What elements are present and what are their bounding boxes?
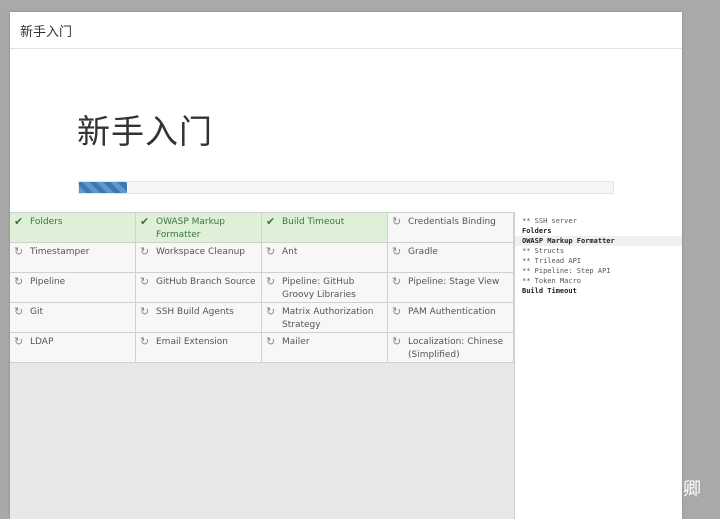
- dialog-title: 新手入门: [20, 24, 73, 40]
- plugin-name: Pipeline: [30, 277, 66, 287]
- log-line: ** SSH server: [522, 217, 577, 225]
- refresh-icon: ↻: [266, 305, 276, 318]
- install-progress-bar: [78, 181, 614, 194]
- plugin-name: GitHub Branch Source: [156, 277, 256, 287]
- checkmark-icon: ✔: [140, 215, 150, 228]
- checkmark-icon: ✔: [266, 215, 276, 228]
- refresh-icon: ↻: [14, 245, 24, 258]
- refresh-icon: ↻: [392, 275, 402, 288]
- refresh-icon: ↻: [140, 305, 150, 318]
- refresh-icon: ↻: [140, 275, 150, 288]
- plugin-name: PAM Authentication: [408, 307, 496, 317]
- watermark: 知乎 @卿卿: [600, 479, 702, 500]
- plugin-name: LDAP: [30, 337, 54, 347]
- refresh-icon: ↻: [14, 275, 24, 288]
- plugin-item: ↻ Matrix Authorization Strategy: [262, 303, 388, 333]
- refresh-icon: ↻: [392, 335, 402, 348]
- plugin-item: ↻ Gradle: [388, 243, 514, 273]
- refresh-icon: ↻: [140, 245, 150, 258]
- plugin-item: ↻ Credentials Binding: [388, 213, 514, 243]
- plugin-item: ✔ Build Timeout: [262, 213, 388, 243]
- install-log[interactable]: ** SSH server Folders OWASP Markup Formatt…: [514, 212, 682, 519]
- log-line: Folders: [522, 227, 552, 235]
- hero-section: 新手入门: [10, 49, 682, 213]
- plugin-name: Git: [30, 307, 44, 317]
- plugin-item: ↻ Ant: [262, 243, 388, 273]
- dialog-header: 新手入门: [10, 12, 682, 49]
- plugin-name: Credentials Binding: [408, 217, 496, 227]
- plugin-list: ✔ Folders ✔ OWASP Markup Formatter ✔ Build Ti…: [10, 212, 514, 363]
- log-line: OWASP Markup Formatter: [515, 236, 682, 246]
- plugin-item: ↻ Mailer: [262, 333, 388, 363]
- setup-dialog: 新手入门 新手入门 ✔ Folders ✔ OWASP Markup Formatte…: [10, 12, 682, 519]
- log-line: Build Timeout: [522, 287, 577, 295]
- refresh-icon: ↻: [266, 245, 276, 258]
- plugin-grid: ✔ Folders ✔ OWASP Markup Formatter ✔ Build Ti…: [10, 212, 514, 363]
- log-line: ** Token Macro: [522, 277, 582, 285]
- plugin-item: ↻ LDAP: [10, 333, 136, 363]
- plugin-item: ↻ Pipeline: Stage View: [388, 273, 514, 303]
- plugin-item: ↻ Timestamper: [10, 243, 136, 273]
- plugin-name: OWASP Markup Formatter: [156, 217, 225, 240]
- refresh-icon: ↻: [14, 335, 24, 348]
- page-title: 新手入门: [77, 112, 213, 151]
- refresh-icon: ↻: [14, 305, 24, 318]
- checkmark-icon: ✔: [14, 215, 24, 228]
- plugin-item: ✔ Folders: [10, 213, 136, 243]
- plugin-name: Gradle: [408, 247, 438, 257]
- refresh-icon: ↻: [392, 245, 402, 258]
- plugin-item: ↻ Pipeline: [10, 273, 136, 303]
- plugin-item: ↻ SSH Build Agents: [136, 303, 262, 333]
- plugin-item: ↻ PAM Authentication: [388, 303, 514, 333]
- plugin-name: Pipeline: Stage View: [408, 277, 500, 287]
- plugin-item: ↻ Pipeline: GitHub Groovy Libraries: [262, 273, 388, 303]
- plugin-item: ↻ Localization: Chinese (Simplified): [388, 333, 514, 363]
- plugin-name: Folders: [30, 217, 63, 227]
- refresh-icon: ↻: [140, 335, 150, 348]
- plugin-name: Ant: [282, 247, 298, 257]
- plugin-name: Timestamper: [30, 247, 90, 257]
- plugin-item: ↻ Git: [10, 303, 136, 333]
- refresh-icon: ↻: [392, 305, 402, 318]
- plugin-item: ↻ Workspace Cleanup: [136, 243, 262, 273]
- log-line: ** Structs: [522, 247, 565, 255]
- progress-fill: [79, 182, 128, 193]
- plugin-name: Localization: Chinese (Simplified): [408, 337, 504, 360]
- refresh-icon: ↻: [266, 275, 276, 288]
- plugin-item: ✔ OWASP Markup Formatter: [136, 213, 262, 243]
- plugin-name: Pipeline: GitHub Groovy Libraries: [282, 277, 356, 300]
- plugin-name: Email Extension: [156, 337, 229, 347]
- plugin-name: Mailer: [282, 337, 310, 347]
- install-content: ✔ Folders ✔ OWASP Markup Formatter ✔ Build Ti…: [10, 212, 682, 519]
- plugin-item: ↻ Email Extension: [136, 333, 262, 363]
- log-line: ** Pipeline: Step API: [522, 267, 611, 275]
- refresh-icon: ↻: [266, 335, 276, 348]
- plugin-name: Workspace Cleanup: [156, 247, 246, 257]
- plugin-item: ↻ GitHub Branch Source: [136, 273, 262, 303]
- plugin-name: Build Timeout: [282, 217, 345, 227]
- plugin-name: SSH Build Agents: [156, 307, 234, 317]
- log-line: ** Trilead API: [522, 257, 582, 265]
- plugin-name: Matrix Authorization Strategy: [282, 307, 374, 330]
- refresh-icon: ↻: [392, 215, 402, 228]
